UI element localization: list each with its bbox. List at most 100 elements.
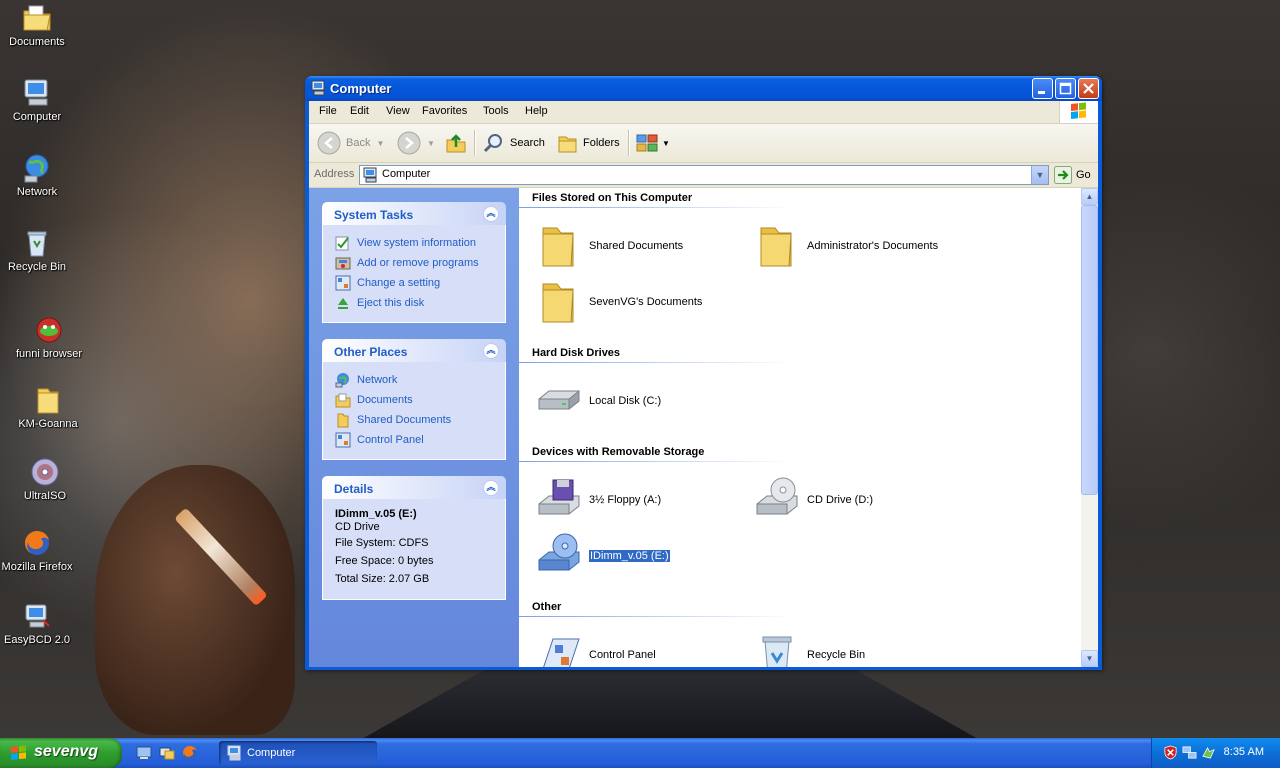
menu-view[interactable]: View [386, 105, 410, 117]
safely-remove-hardware-icon[interactable] [1201, 745, 1216, 760]
place-control-panel[interactable]: Control Panel [335, 430, 505, 450]
control-panel-icon [543, 638, 580, 667]
menu-edit[interactable]: Edit [350, 105, 369, 117]
system-tasks-panel: System Tasks ︽ View system information A… [322, 202, 506, 323]
desktop-icon-km-goanna[interactable]: KM-Goanna [8, 384, 88, 431]
item-sevenvgs-documents[interactable]: SevenVG's Documents [535, 278, 702, 326]
scroll-down-button[interactable]: ▼ [1081, 650, 1098, 667]
views-dropdown-icon[interactable]: ▼ [662, 139, 670, 148]
desktop-icon-computer[interactable]: Computer [0, 77, 77, 124]
details-panel: Details ︽ IDimm_v.05 (E:) CD Drive File … [322, 476, 506, 600]
place-documents[interactable]: Documents [335, 390, 505, 410]
folders-button[interactable]: Folders [556, 131, 620, 155]
details-free-space: Free Space: 0 bytes [335, 555, 434, 567]
go-button[interactable]: Go [1054, 166, 1091, 184]
wallpaper-suit [360, 670, 980, 738]
clock[interactable]: 8:35 AM [1224, 746, 1264, 758]
collapse-chevron-icon[interactable]: ︽ [483, 343, 499, 359]
browser-icon [36, 317, 62, 343]
item-local-disk-c[interactable]: Local Disk (C:) [535, 377, 661, 425]
menu-favorites[interactable]: Favorites [422, 105, 467, 117]
vertical-scrollbar[interactable]: ▲ ▼ [1081, 188, 1098, 667]
windows-flag-icon [1071, 102, 1086, 119]
scroll-up-button[interactable]: ▲ [1081, 188, 1098, 205]
address-value: Computer [382, 168, 431, 180]
cd-drive-icon [756, 477, 798, 515]
search-button[interactable]: Search [482, 131, 545, 155]
details-name: IDimm_v.05 (E:) [335, 508, 417, 520]
desktop-icon-firefox[interactable]: Mozilla Firefox [0, 527, 77, 574]
details-body: IDimm_v.05 (E:) CD Drive File System: CD… [322, 499, 506, 600]
search-icon [483, 134, 502, 153]
desktop-icon-network[interactable]: Network [0, 152, 77, 199]
forward-dropdown-icon[interactable]: ▼ [427, 139, 435, 148]
network-tray-icon[interactable] [1182, 745, 1197, 760]
close-button[interactable] [1078, 78, 1099, 99]
forward-button[interactable]: ▼ [397, 131, 435, 155]
scroll-thumb[interactable] [1081, 205, 1098, 495]
folder-icon [760, 227, 792, 267]
documents-folder-icon [335, 393, 351, 408]
minimize-icon [1038, 91, 1045, 94]
system-tasks-header[interactable]: System Tasks ︽ [322, 202, 506, 225]
desktop-icon-documents[interactable]: Documents [0, 2, 77, 49]
item-idimm-e[interactable]: IDimm_v.05 (E:) [535, 532, 671, 580]
show-desktop-icon[interactable] [136, 745, 152, 761]
desktop-icon-easybcd[interactable]: EasyBCD 2.0 [0, 600, 77, 647]
network-icon [335, 373, 349, 388]
address-bar: Address Computer ▼ Go [309, 163, 1098, 188]
close-icon [1083, 83, 1094, 94]
task-eject-disk[interactable]: Eject this disk [335, 293, 505, 313]
place-shared-documents[interactable]: Shared Documents [335, 410, 505, 430]
menu-tools[interactable]: Tools [483, 105, 509, 117]
security-shield-icon[interactable] [1163, 745, 1178, 760]
back-dropdown-icon[interactable]: ▼ [376, 139, 384, 148]
desktop-icon-ultraiso[interactable]: UltraISO [5, 456, 85, 503]
explorer-quicklaunch-icon[interactable] [159, 745, 175, 761]
collapse-chevron-icon[interactable]: ︽ [483, 206, 499, 222]
group-header-hard-disk-drives: Hard Disk Drives [532, 347, 621, 359]
item-administrators-documents[interactable]: Administrator's Documents [753, 222, 938, 270]
details-type: CD Drive [335, 521, 380, 533]
address-input[interactable]: Computer ▼ [359, 165, 1049, 185]
task-change-setting[interactable]: Change a setting [335, 273, 505, 293]
firefox-icon [25, 531, 49, 555]
start-button[interactable]: sevenvg [0, 738, 122, 768]
details-header[interactable]: Details ︽ [322, 476, 506, 499]
menu-help[interactable]: Help [525, 105, 548, 117]
item-control-panel[interactable]: Control Panel [535, 631, 656, 667]
collapse-chevron-icon[interactable]: ︽ [483, 480, 499, 496]
item-shared-documents[interactable]: Shared Documents [535, 222, 683, 270]
details-file-system: File System: CDFS [335, 537, 429, 549]
group-header-files: Files Stored on This Computer [532, 192, 693, 204]
system-info-icon [335, 236, 349, 251]
recycle-bin-icon [762, 636, 792, 667]
menu-bar: File Edit View Favorites Tools Help [309, 101, 1098, 124]
task-view-system-information[interactable]: View system information [335, 233, 505, 253]
up-folder-button[interactable] [444, 131, 468, 155]
menu-file[interactable]: File [319, 105, 337, 117]
title-bar[interactable]: Computer [305, 76, 1102, 101]
desktop-icon-recycle-bin[interactable]: Recycle Bin [0, 227, 77, 274]
up-folder-icon [446, 134, 466, 153]
address-dropdown-button[interactable]: ▼ [1031, 166, 1048, 184]
item-floppy-a[interactable]: 3½ Floppy (A:) [535, 476, 661, 524]
place-network[interactable]: Network [335, 370, 505, 390]
maximize-button[interactable] [1055, 78, 1076, 99]
views-button[interactable]: ▼ [635, 131, 670, 155]
chevron-down-icon: ▼ [1085, 654, 1094, 663]
window-title: Computer [330, 81, 392, 96]
maximize-icon [1059, 82, 1072, 95]
item-cd-drive-d[interactable]: CD Drive (D:) [753, 476, 873, 524]
firefox-icon[interactable] [182, 745, 198, 761]
computer-icon [24, 79, 48, 106]
back-button[interactable]: Back ▼ [317, 131, 384, 155]
other-places-header[interactable]: Other Places ︽ [322, 339, 506, 362]
item-recycle-bin[interactable]: Recycle Bin [753, 631, 865, 667]
task-add-remove-programs[interactable]: Add or remove programs [335, 253, 505, 273]
desktop-icon-funni-browser[interactable]: funni browser [9, 314, 89, 361]
easybcd-icon [25, 604, 50, 628]
minimize-button[interactable] [1032, 78, 1053, 99]
taskbar-button-computer[interactable]: Computer [219, 741, 377, 765]
views-icon [636, 134, 658, 152]
